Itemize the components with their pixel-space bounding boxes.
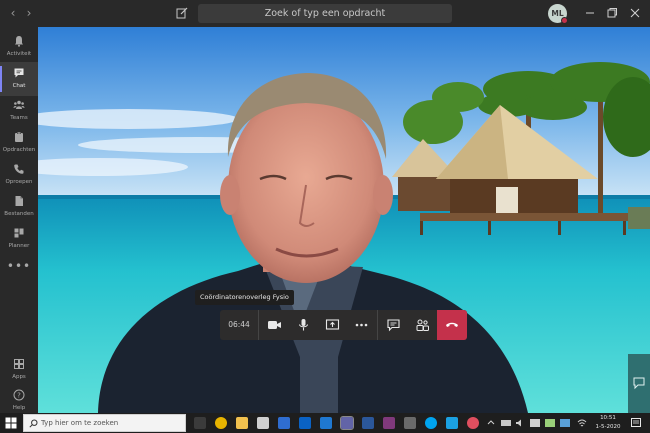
hang-up-button[interactable] — [437, 310, 467, 340]
help-icon: ? — [13, 389, 25, 401]
call-timer: 06:44 — [228, 320, 250, 329]
maximize-icon[interactable] — [605, 6, 619, 20]
rail-item-chat[interactable]: Chat — [0, 62, 38, 96]
calculator-icon[interactable] — [404, 417, 416, 429]
file-explorer-icon[interactable] — [236, 417, 248, 429]
avatar[interactable]: ML — [548, 4, 568, 24]
compose-icon[interactable] — [175, 6, 189, 20]
word-icon[interactable] — [362, 417, 374, 429]
share-screen-button[interactable] — [318, 310, 347, 340]
chat-panel-toggle[interactable] — [628, 354, 650, 413]
command-search-input[interactable]: Zoek of typ een opdracht — [198, 4, 452, 23]
rail-item-label: Planner — [8, 243, 30, 249]
skype-icon[interactable] — [425, 417, 437, 429]
app-icon[interactable] — [467, 417, 479, 429]
planner-icon — [14, 228, 24, 238]
files-icon — [15, 196, 23, 206]
tray-app-icon[interactable] — [545, 419, 555, 427]
camera-button[interactable] — [260, 310, 289, 340]
rail-item-label: Help — [12, 405, 26, 411]
rail-item-label: Oproepen — [5, 179, 33, 185]
teams-icon — [13, 100, 25, 109]
tray-app-icon[interactable] — [560, 419, 570, 427]
bell-icon — [15, 36, 23, 47]
rail-item-assignments[interactable]: Opdrachten — [0, 126, 38, 160]
onenote-icon[interactable] — [383, 417, 395, 429]
divider — [377, 310, 378, 340]
teams-taskbar-icon[interactable] — [340, 416, 354, 430]
assignments-icon — [15, 132, 23, 142]
rail-item-label: Activiteit — [6, 51, 32, 57]
ellipsis-icon — [355, 323, 368, 327]
task-view-icon[interactable] — [194, 417, 206, 429]
rail-item-planner[interactable]: Planner — [0, 222, 38, 256]
tray-app-icon[interactable] — [501, 420, 511, 426]
participants-icon — [416, 319, 429, 331]
taskbar-search-placeholder: Typ hier om te zoeken — [41, 419, 119, 427]
taskbar-clock[interactable]: 10:51 1-5-2020 — [594, 414, 622, 432]
show-participants-button[interactable] — [408, 310, 437, 340]
conversation-icon — [387, 319, 400, 332]
chat-icon — [14, 68, 24, 78]
hang-up-phone-icon — [446, 322, 458, 327]
rail-item-label: Teams — [10, 115, 28, 121]
close-icon[interactable] — [628, 6, 642, 20]
rail-item-label: Opdrachten — [2, 147, 36, 153]
microphone-button[interactable] — [289, 310, 318, 340]
network-icon[interactable] — [577, 417, 587, 429]
rail-item-apps[interactable]: Apps — [0, 353, 38, 387]
app-rail: Activiteit Chat Teams Opdrachten Oproepe… — [0, 27, 38, 413]
phone-icon — [14, 164, 24, 174]
rail-item-activity[interactable]: Activiteit — [0, 30, 38, 64]
back-arrow-icon[interactable]: ‹ — [6, 6, 20, 20]
windows-taskbar: Typ hier om te zoeken 10:51 1-5-2020 — [0, 413, 650, 433]
rail-item-calls[interactable]: Oproepen — [0, 158, 38, 192]
apps-icon — [14, 359, 24, 369]
app-icon[interactable] — [278, 417, 290, 429]
rail-item-label: Apps — [12, 374, 26, 380]
clock-time: 10:51 — [600, 415, 616, 421]
more-apps-icon[interactable]: ••• — [0, 259, 38, 273]
rail-item-teams[interactable]: Teams — [0, 94, 38, 128]
teams-window: ‹ › Zoek of typ een opdracht ML Activite… — [0, 0, 650, 433]
video-camera-icon — [268, 321, 281, 329]
microphone-icon — [298, 319, 309, 331]
more-actions-button[interactable] — [347, 310, 376, 340]
rail-item-files[interactable]: Bestanden — [0, 190, 38, 224]
presence-status-icon — [561, 17, 568, 24]
title-bar: ‹ › Zoek of typ een opdracht ML — [0, 0, 650, 27]
meeting-title-tooltip: Coördinatorenoverleg Fysio — [195, 290, 294, 305]
chrome-icon[interactable] — [215, 417, 227, 429]
show-conversation-button[interactable] — [379, 310, 408, 340]
rail-item-label: Chat — [12, 83, 26, 89]
video-stage — [38, 27, 650, 413]
taskbar-search-input[interactable]: Typ hier om te zoeken — [23, 414, 186, 432]
app-icon[interactable] — [446, 417, 458, 429]
rail-item-label: Bestanden — [4, 211, 34, 217]
notification-center-icon[interactable] — [630, 417, 642, 429]
svg-text:?: ? — [17, 392, 21, 400]
clock-date: 1-5-2020 — [595, 424, 621, 430]
outlook-icon[interactable] — [299, 417, 311, 429]
divider — [258, 310, 259, 340]
share-screen-icon — [325, 319, 340, 330]
forward-arrow-icon[interactable]: › — [22, 6, 36, 20]
call-controls-bar: 06:44 — [220, 310, 467, 340]
volume-icon[interactable] — [515, 417, 525, 429]
edge-icon[interactable] — [320, 417, 332, 429]
minimize-icon[interactable] — [583, 6, 597, 20]
store-icon[interactable] — [257, 417, 269, 429]
search-icon — [29, 419, 38, 428]
chevron-up-icon[interactable] — [486, 417, 496, 429]
chat-bubble-icon — [633, 377, 645, 390]
participant-video — [38, 27, 650, 413]
battery-icon[interactable] — [530, 419, 540, 427]
windows-start-icon[interactable] — [5, 417, 17, 429]
